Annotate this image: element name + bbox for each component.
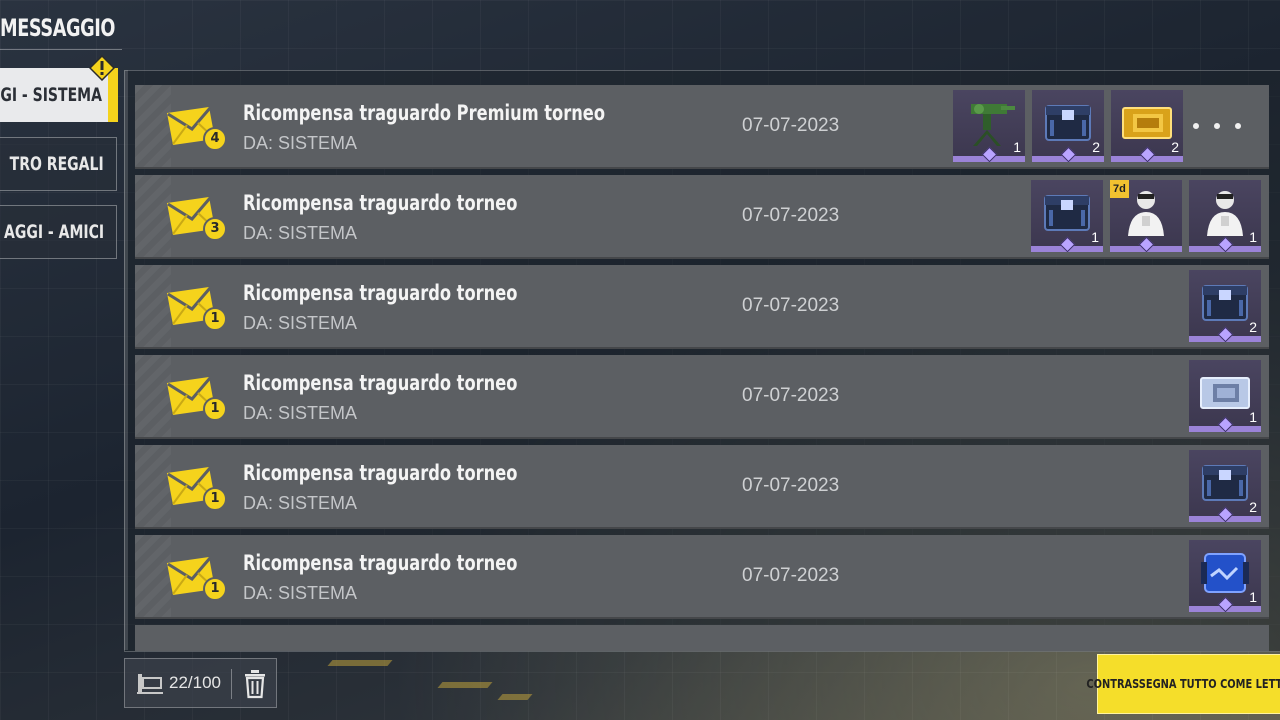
message-sender: DA: SISTEMA	[243, 493, 358, 513]
title-underline	[0, 49, 122, 50]
message-title: Ricompensa traguardo torneo	[243, 551, 518, 575]
rarity-gem-icon	[1138, 236, 1155, 253]
message-title: Ricompensa traguardo torneo	[243, 191, 518, 215]
reward-item[interactable]: 1	[953, 90, 1025, 163]
reward-quantity: 2	[1249, 319, 1257, 335]
message-title: Ricompensa traguardo torneo	[243, 461, 518, 485]
message-list[interactable]: 4 Ricompensa traguardo Premium torneo DA: …	[124, 70, 1280, 652]
ground-marking	[497, 694, 533, 700]
message-date: 07-07-2023	[742, 385, 840, 406]
mark-all-read-button[interactable]: CONTRASSEGNA TUTTO COME LETTO	[1087, 654, 1280, 714]
reward-item[interactable]: 2	[1111, 90, 1183, 163]
rarity-gem-icon	[981, 146, 998, 163]
divider	[231, 669, 232, 699]
rarity-gem-icon	[1059, 236, 1076, 253]
reward-item[interactable]: 2	[1032, 90, 1104, 163]
tab-label: AGGI - AMICI	[3, 221, 104, 243]
message-date: 07-07-2023	[742, 205, 840, 226]
message-row[interactable]: 1 Ricompensa traguardo torneo DA: SISTEMA 0…	[135, 445, 1269, 529]
message-row[interactable]: 1 Ricompensa traguardo torneo DA: SISTEMA 0…	[135, 265, 1269, 349]
message-sender: DA: SISTEMA	[243, 313, 358, 333]
scrollbar[interactable]	[124, 70, 128, 650]
reward-count-badge: 1	[203, 487, 227, 511]
reward-count-badge: 1	[203, 577, 227, 601]
rarity-gem-icon	[1139, 146, 1156, 163]
reward-count-badge: 1	[203, 397, 227, 421]
message-sender: DA: SISTEMA	[243, 403, 358, 423]
message-title: Ricompensa traguardo Premium torneo	[243, 101, 605, 125]
reward-quantity: 1	[1249, 589, 1257, 605]
rarity-gem-icon	[1217, 596, 1234, 613]
reward-quantity: 1	[1249, 409, 1257, 425]
mailbox-capacity: 22/100	[124, 658, 277, 708]
reward-item[interactable]: 2	[1189, 450, 1261, 523]
reward-count-badge: 3	[203, 217, 227, 241]
reward-count-badge: 1	[203, 307, 227, 331]
reward-item[interactable]: 1	[1031, 180, 1103, 253]
warning-icon	[89, 55, 115, 81]
message-date: 07-07-2023	[742, 565, 840, 586]
message-sender: DA: SISTEMA	[243, 133, 358, 153]
duration-tag: 7d	[1110, 180, 1129, 198]
ground-marking	[437, 682, 493, 688]
more-rewards-icon[interactable]	[1193, 111, 1241, 141]
reward-quantity: 1	[1091, 229, 1099, 245]
message-row[interactable]: 4 Ricompensa traguardo Premium torneo DA: …	[135, 85, 1269, 169]
message-row[interactable]: 1 Ricompensa traguardo torneo DA: SISTEMA 0…	[135, 535, 1269, 619]
message-date: 07-07-2023	[742, 475, 840, 496]
reward-quantity: 2	[1092, 139, 1100, 155]
reward-item[interactable]: 7d	[1110, 180, 1182, 253]
message-date: 07-07-2023	[742, 295, 840, 316]
message-row[interactable]	[135, 625, 1269, 651]
rarity-gem-icon	[1217, 326, 1234, 343]
rarity-gem-icon	[1060, 146, 1077, 163]
mailbox-icon	[137, 674, 163, 694]
page-title: MESSAGGIO	[0, 14, 116, 42]
reward-item[interactable]: 1	[1189, 540, 1261, 613]
reward-quantity: 2	[1249, 499, 1257, 515]
reward-quantity: 1	[1013, 139, 1021, 155]
ground-marking	[327, 660, 393, 666]
message-title: Ricompensa traguardo torneo	[243, 281, 518, 305]
reward-item[interactable]: 1	[1189, 180, 1261, 253]
message-date: 07-07-2023	[742, 115, 840, 136]
message-row[interactable]: 3 Ricompensa traguardo torneo DA: SISTEMA 0…	[135, 175, 1269, 259]
trash-icon[interactable]	[241, 669, 269, 699]
tab-gifts[interactable]: TRO REGALI	[0, 137, 117, 191]
reward-item[interactable]: 1	[1189, 360, 1261, 433]
tab-label: TRO REGALI	[9, 153, 104, 175]
capacity-text: 22/100	[169, 673, 221, 692]
tab-friend-messages[interactable]: AGGI - AMICI	[0, 205, 117, 259]
reward-count-badge: 4	[203, 127, 227, 151]
rarity-gem-icon	[1217, 236, 1234, 253]
message-row[interactable]: 1 Ricompensa traguardo torneo DA: SISTEMA 0…	[135, 355, 1269, 439]
reward-quantity: 2	[1171, 139, 1179, 155]
reward-item[interactable]: 2	[1189, 270, 1261, 343]
rarity-gem-icon	[1217, 416, 1234, 433]
mark-all-read-label: CONTRASSEGNA TUTTO COME LETTO	[1086, 677, 1280, 691]
message-sender: DA: SISTEMA	[243, 223, 358, 243]
message-sender: DA: SISTEMA	[243, 583, 358, 603]
rarity-gem-icon	[1217, 506, 1234, 523]
tab-label: GGI - SISTEMA	[0, 84, 102, 106]
message-title: Ricompensa traguardo torneo	[243, 371, 518, 395]
reward-quantity: 1	[1249, 229, 1257, 245]
